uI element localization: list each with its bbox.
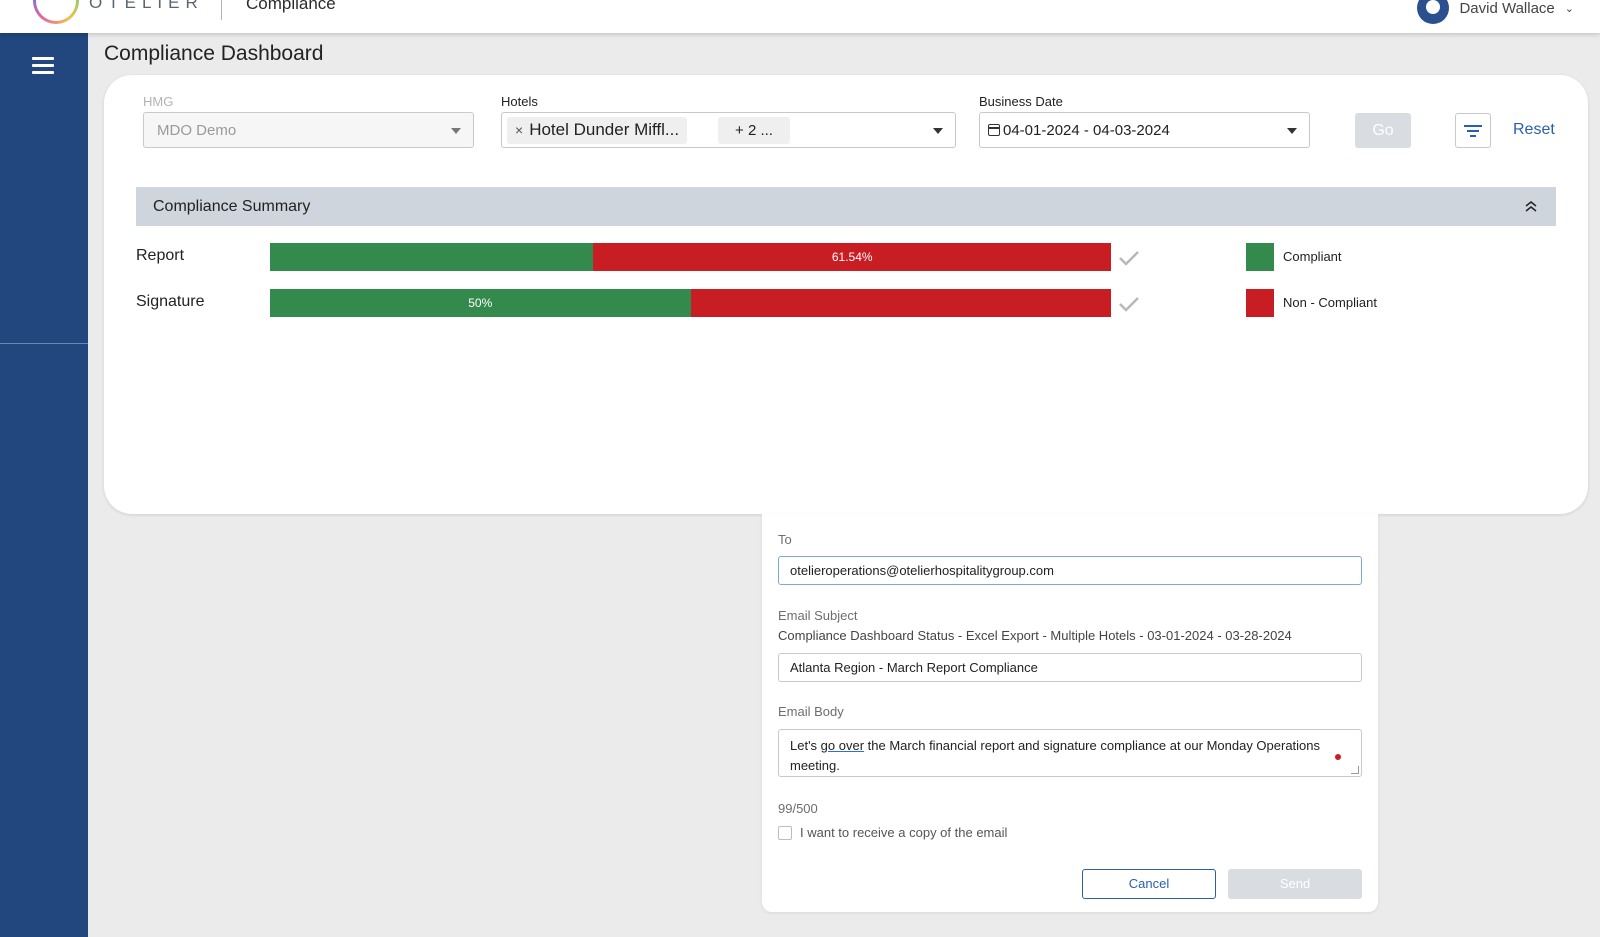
email-body-label: Email Body	[778, 704, 844, 719]
compliance-summary-header[interactable]: Compliance Summary	[136, 187, 1556, 226]
send-button[interactable]: Send	[1228, 869, 1362, 899]
cancel-button[interactable]: Cancel	[1082, 869, 1216, 899]
hotels-multiselect[interactable]: × Hotel Dunder Miffl... + 2 ...	[501, 112, 956, 148]
logo-text: OTELIER	[89, 0, 204, 12]
email-body-text-start: Let's	[790, 738, 821, 753]
top-header: OTELIER Compliance David Wallace ⌄	[0, 0, 1600, 33]
hotel-chip-label: Hotel Dunder Miffl...	[529, 120, 680, 139]
to-label: To	[778, 532, 792, 547]
business-date-label: Business Date	[979, 94, 1063, 109]
signature-compliant-segment: 50%	[270, 289, 691, 317]
email-subject-default: Compliance Dashboard Status - Excel Expo…	[778, 628, 1292, 643]
email-body-textarea[interactable]: Let's go over the March financial report…	[778, 729, 1362, 777]
hamburger-menu-icon[interactable]	[32, 57, 54, 75]
hotel-chip[interactable]: × Hotel Dunder Miffl...	[507, 117, 688, 144]
legend-label-non-compliant: Non - Compliant	[1283, 295, 1377, 310]
filter-icon[interactable]	[1455, 113, 1491, 148]
email-body-text-end: the March financial report and signature…	[790, 738, 1321, 773]
hmg-value: MDO Demo	[157, 122, 237, 139]
hotels-label: Hotels	[501, 94, 538, 109]
calendar-icon	[988, 124, 1000, 136]
go-button[interactable]: Go	[1355, 113, 1411, 148]
copy-email-label[interactable]: I want to receive a copy of the email	[800, 825, 1007, 840]
signature-row-label: Signature	[136, 293, 205, 310]
header-divider	[221, 0, 222, 20]
report-non-compliant-segment: 61.54%	[593, 243, 1111, 271]
dashboard-card: HMG MDO Demo Hotels × Hotel Dunder Miffl.…	[104, 75, 1588, 514]
otelier-logo-icon	[33, 0, 79, 24]
to-email-input[interactable]	[778, 556, 1362, 585]
user-menu[interactable]: David Wallace ⌄	[1417, 0, 1574, 24]
email-export-panel: To Email Subject Compliance Dashboard St…	[762, 514, 1378, 912]
business-date-value: 04-01-2024 - 04-03-2024	[1003, 122, 1170, 139]
report-compliant-segment	[270, 243, 594, 271]
compliance-summary-title: Compliance Summary	[153, 198, 311, 215]
hotels-more-chip[interactable]: + 2 ...	[718, 117, 790, 144]
user-name[interactable]: David Wallace	[1459, 0, 1554, 17]
legend-swatch-non-compliant	[1246, 289, 1274, 317]
reset-link[interactable]: Reset	[1513, 121, 1555, 139]
report-row-label: Report	[136, 247, 185, 264]
hmg-select: MDO Demo	[143, 112, 474, 148]
dropdown-caret-icon[interactable]	[933, 128, 943, 134]
email-subject-label: Email Subject	[778, 608, 858, 623]
report-compliance-bar: 61.54%	[270, 243, 1111, 271]
email-subject-input[interactable]	[778, 653, 1362, 682]
signature-non-compliant-segment	[690, 289, 1111, 317]
page-title: Compliance Dashboard	[104, 42, 324, 65]
chevron-double-up-icon[interactable]	[1524, 199, 1538, 213]
email-body-spellcheck-word: go over	[820, 738, 865, 753]
chevron-down-icon[interactable]: ⌄	[1565, 2, 1574, 15]
character-count: 99/500	[778, 801, 818, 816]
user-avatar-icon[interactable]	[1417, 0, 1450, 24]
hmg-label: HMG	[143, 94, 174, 109]
dropdown-caret-icon	[451, 128, 461, 134]
check-icon	[1119, 297, 1139, 312]
sidebar-divider	[0, 343, 88, 344]
resize-grip-icon[interactable]	[1351, 766, 1359, 774]
sidebar	[0, 33, 88, 937]
signature-compliance-bar: 50%	[270, 289, 1111, 317]
business-date-picker[interactable]: 04-01-2024 - 04-03-2024	[979, 112, 1310, 148]
check-icon	[1119, 251, 1139, 266]
legend-label-compliant: Compliant	[1283, 249, 1342, 264]
remove-chip-icon[interactable]: ×	[515, 122, 523, 138]
error-indicator-icon	[1335, 754, 1341, 760]
legend-swatch-compliant	[1246, 243, 1274, 271]
module-title: Compliance	[246, 0, 336, 13]
dropdown-caret-icon[interactable]	[1287, 128, 1297, 134]
copy-email-checkbox[interactable]	[778, 826, 792, 840]
